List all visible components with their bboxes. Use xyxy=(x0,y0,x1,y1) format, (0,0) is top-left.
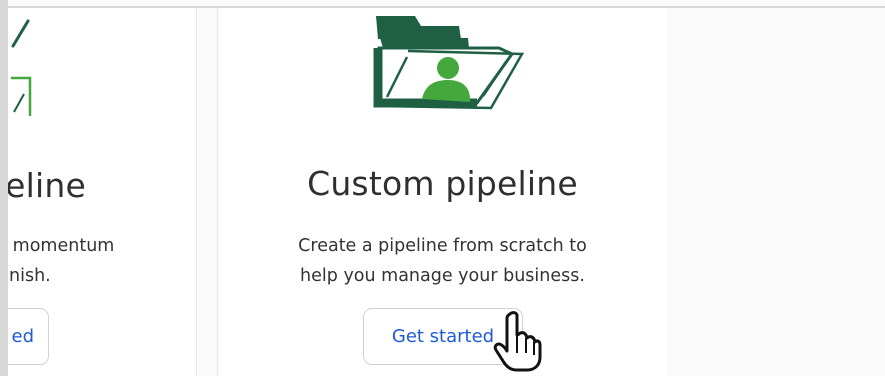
get-started-button[interactable]: ed xyxy=(8,308,49,365)
pipeline-card-partial[interactable]: peline s momentum finish. ed xyxy=(8,8,197,376)
card-gap xyxy=(197,8,217,376)
hand-pointer-icon xyxy=(493,311,542,372)
card-description-line: Create a pipeline from scratch to xyxy=(298,236,587,256)
pipeline-illustration-icon xyxy=(11,19,32,116)
frame-left-border xyxy=(0,0,8,376)
card-title: Custom pipeline xyxy=(307,164,578,203)
custom-folder-icon xyxy=(373,16,525,110)
empty-card-area xyxy=(667,8,885,376)
pipeline-card-carousel: peline s momentum finish. ed Custom pipe… xyxy=(0,0,885,376)
card-title: peline xyxy=(8,166,87,205)
card-description-line: finish. xyxy=(8,266,51,286)
card-description: s momentum finish. xyxy=(8,231,114,291)
card-description-line: s momentum xyxy=(8,236,115,256)
custom-pipeline-card[interactable]: Custom pipeline Create a pipeline from s… xyxy=(217,8,668,376)
card-description: Create a pipeline from scratch to help y… xyxy=(218,231,667,291)
card-description-line: help you manage your business. xyxy=(300,266,585,286)
